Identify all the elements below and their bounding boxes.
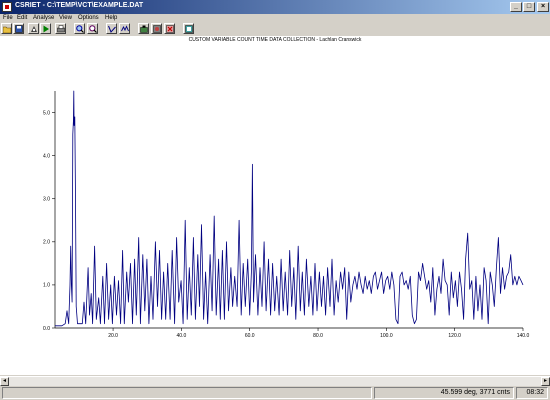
title-bar: CSRIET - C:\TEMP\VCT\EXAMPLE.DAT _ □ ×	[0, 0, 550, 14]
close-button[interactable]: ×	[537, 2, 549, 12]
app-icon[interactable]	[2, 2, 12, 12]
x-tick-label: 20.0	[108, 333, 118, 339]
x-tick-label: 60.0	[245, 333, 255, 339]
chart: CUSTOM VARIABLE COUNT TIME DATA COLLECTI…	[43, 37, 530, 339]
x-tick-label: 100.0	[380, 333, 393, 339]
menu-analyse[interactable]: Analyse	[33, 14, 54, 23]
settings-button[interactable]	[183, 23, 194, 34]
y-tick-label: 2.0	[43, 240, 50, 246]
run-button[interactable]	[28, 23, 39, 34]
run-icon	[31, 26, 37, 32]
zoom-out-icon	[89, 25, 97, 33]
status-panel-empty	[2, 387, 372, 399]
settings-icon	[185, 25, 193, 33]
open-button[interactable]	[1, 23, 12, 34]
y-tick-label: 5.0	[43, 110, 50, 116]
menu-bar: File Edit Analyse View Options Help	[0, 14, 550, 23]
plot-area: CUSTOM VARIABLE COUNT TIME DATA COLLECTI…	[0, 36, 550, 375]
color-button[interactable]	[151, 23, 162, 34]
maximize-button[interactable]: □	[523, 2, 535, 12]
window-title: CSRIET - C:\TEMP\VCT\EXAMPLE.DAT	[15, 2, 144, 9]
x-tick-label: 40.0	[177, 333, 187, 339]
scroll-right-button[interactable]: ▸	[541, 377, 550, 386]
print-icon	[57, 25, 65, 33]
cursor-button[interactable]	[106, 23, 117, 34]
horizontal-scrollbar[interactable]: ◂ ▸	[0, 376, 550, 386]
print-button[interactable]	[55, 23, 66, 34]
status-bar: 45.599 deg, 3771 cnts 08:32	[0, 386, 550, 400]
y-tick-label: 4.0	[43, 153, 50, 159]
x-tick-label: 120.0	[448, 333, 461, 339]
scroll-left-button[interactable]: ◂	[0, 377, 9, 386]
toolbar	[0, 23, 550, 36]
menu-help[interactable]: Help	[105, 14, 117, 23]
cursor-icon	[108, 25, 116, 33]
x-tick-label: 80.0	[313, 333, 323, 339]
y-tick-label: 1.0	[43, 283, 50, 289]
x-tick-label: 140.0	[517, 333, 530, 339]
play-icon	[43, 25, 49, 33]
save-icon	[15, 25, 23, 33]
chart-title: CUSTOM VARIABLE COUNT TIME DATA COLLECTI…	[189, 37, 362, 43]
data-series-line	[55, 90, 524, 327]
menu-file[interactable]: File	[3, 14, 13, 23]
status-position: 45.599 deg, 3771 cnts	[374, 387, 514, 399]
delete-button[interactable]	[164, 23, 175, 34]
scale-button[interactable]	[119, 23, 130, 34]
zoom-out-button[interactable]	[87, 23, 98, 34]
menu-view[interactable]: View	[59, 14, 72, 23]
minimize-button[interactable]: _	[510, 2, 522, 12]
scale-icon	[121, 25, 129, 32]
zoom-in-button[interactable]	[74, 23, 85, 34]
play-button[interactable]	[40, 23, 51, 34]
export-icon	[140, 25, 148, 33]
y-tick-label: 0.0	[43, 326, 50, 332]
zoom-in-icon	[76, 25, 84, 33]
menu-options[interactable]: Options	[78, 14, 99, 23]
export-button[interactable]	[138, 23, 149, 34]
save-button[interactable]	[13, 23, 24, 34]
menu-edit[interactable]: Edit	[17, 14, 27, 23]
open-icon	[3, 26, 11, 33]
delete-icon	[166, 25, 174, 33]
color-icon	[153, 25, 161, 33]
status-time: 08:32	[516, 387, 548, 399]
y-tick-label: 3.0	[43, 197, 50, 203]
